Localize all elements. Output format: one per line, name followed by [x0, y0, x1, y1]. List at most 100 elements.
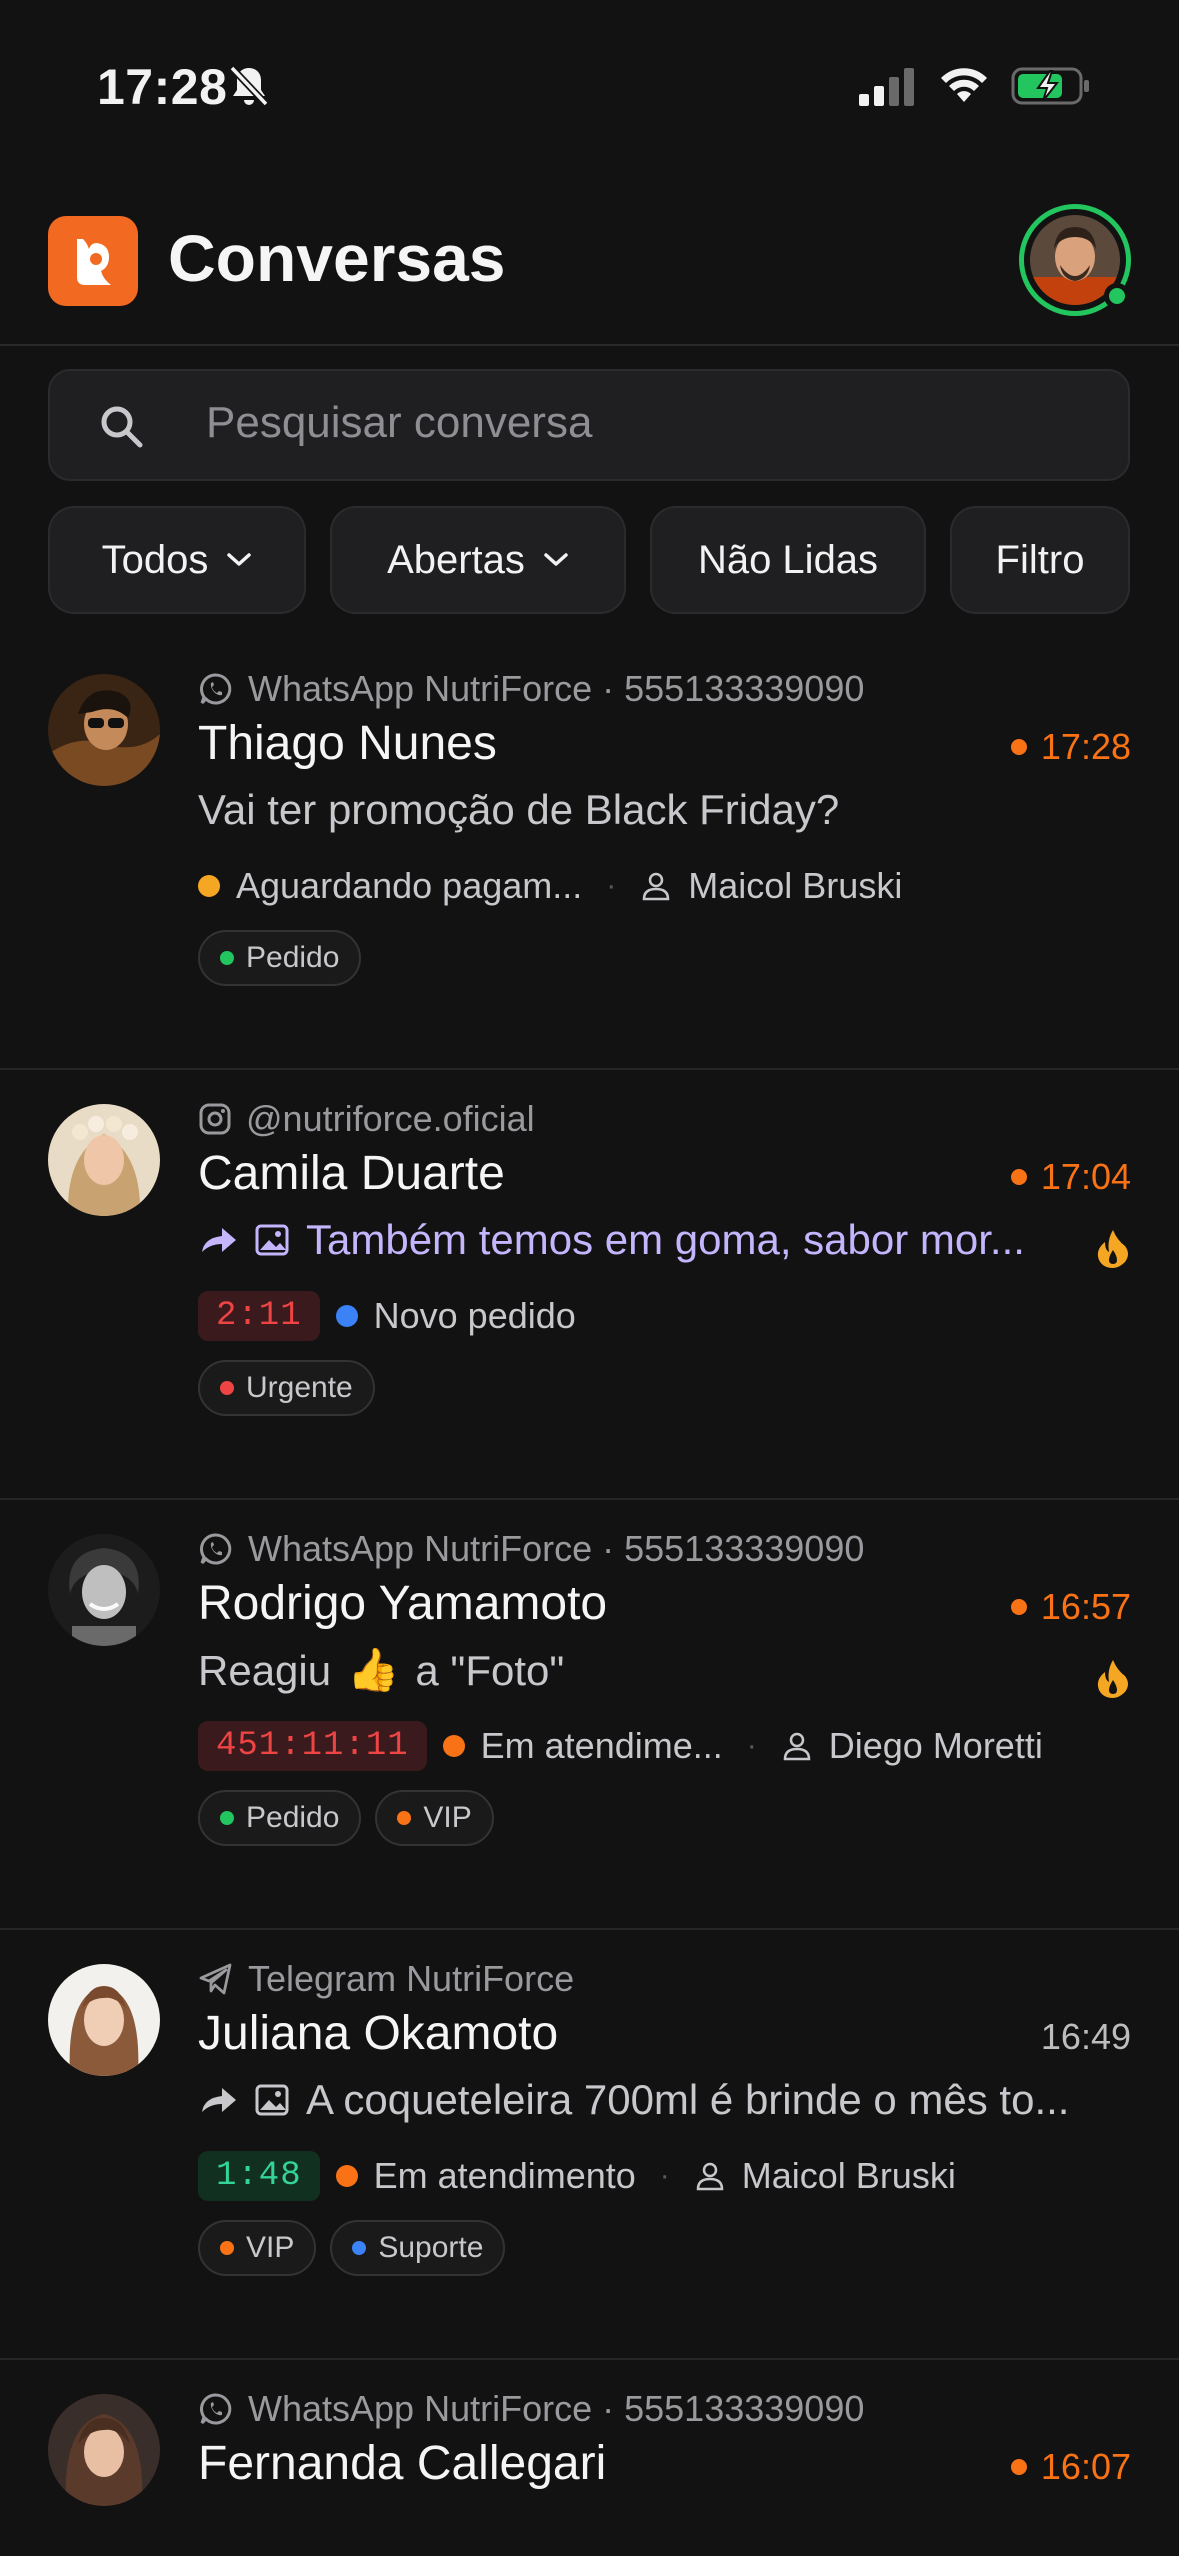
tag-vip: VIP: [198, 2220, 317, 2276]
conversation-meta: 1:48 Em atendimento · Maicol Bruski: [198, 2146, 956, 2206]
filter-nao-lidas[interactable]: Não Lidas: [650, 506, 926, 614]
channel-info: WhatsApp NutriForce · 555133339090: [198, 2388, 864, 2430]
online-status-dot: [1104, 283, 1130, 309]
conversation-item[interactable]: WhatsApp NutriForce · 555133339090 Ferna…: [0, 2360, 1179, 2556]
preview-text: A coqueteleira 700ml é brinde o mês to..…: [306, 2076, 1070, 2123]
search-input[interactable]: [204, 397, 1088, 449]
status-bar: 17:28: [0, 0, 1179, 170]
avatar: [48, 2394, 160, 2506]
separator: ·: [746, 1729, 757, 1762]
message-time: 16:49: [1041, 2016, 1131, 2058]
preview-text: Vai ter promoção de Black Friday?: [198, 786, 840, 833]
agent-name: Diego Moretti: [828, 1725, 1043, 1766]
channel-info: @nutriforce.oficial: [198, 1098, 535, 1140]
conversation-meta: 451:11:11 Em atendime... · Diego Moretti: [198, 1716, 1043, 1776]
status-label: Novo pedido: [373, 1295, 576, 1336]
conversation-item[interactable]: WhatsApp NutriForce · 555133339090 Thiag…: [0, 640, 1179, 1070]
tag-suporte: Suporte: [330, 2220, 506, 2276]
message-preview: Vai ter promoção de Black Friday?: [198, 786, 1131, 834]
chevron-down-icon: [227, 553, 252, 566]
reaction-text: Reagiu: [198, 1646, 332, 1694]
whatsapp-icon: [200, 2393, 232, 2425]
unread-dot: [1010, 739, 1027, 755]
preview-text: Também temos em goma, sabor mor...: [306, 1216, 1025, 1263]
tag-vip: VIP: [375, 1790, 494, 1846]
contact-name: Camila Duarte: [198, 1147, 505, 1200]
chevron-down-icon: [544, 553, 568, 566]
tag-pedido: Pedido: [198, 930, 362, 986]
conversation-item[interactable]: Telegram NutriForce Juliana Okamoto 16:4…: [0, 1930, 1179, 2360]
battery-charging-icon: [1011, 67, 1089, 105]
channel-info: WhatsApp NutriForce · 555133339090: [198, 668, 864, 710]
status-dot: [198, 875, 220, 897]
telegram-icon: [199, 1963, 232, 1995]
whatsapp-icon: [200, 1533, 232, 1565]
contact-name: Juliana Okamoto: [198, 2007, 559, 2060]
channel-name: WhatsApp NutriForce · 555133339090: [248, 2388, 865, 2429]
channel-name: @nutriforce.oficial: [246, 1098, 535, 1139]
status-dot: [335, 1305, 358, 1327]
status-label: Em atendime...: [480, 1725, 723, 1766]
status-time: 17:28: [97, 59, 228, 115]
thumbs-up-emoji: 👍: [347, 1646, 400, 1693]
forward-arrow-icon: [202, 2088, 236, 2112]
instagram-icon: [199, 1103, 231, 1135]
page-title: Conversas: [168, 221, 506, 295]
conversation-meta: 2:11 Novo pedido: [198, 1286, 576, 1346]
message-time: 16:07: [1010, 2446, 1131, 2488]
sla-timer: 451:11:11: [198, 1721, 427, 1771]
conversation-item[interactable]: WhatsApp NutriForce · 555133339090 Rodri…: [0, 1500, 1179, 1930]
filter-label: Todos: [101, 537, 209, 582]
user-icon: [783, 1732, 811, 1761]
message-preview: Reagiu 👍 a "Foto": [198, 1646, 1069, 1695]
status-dot: [442, 1735, 465, 1757]
flame-icon: [1097, 1230, 1128, 1268]
separator: ·: [606, 869, 617, 902]
user-icon: [643, 872, 670, 901]
status-label: Aguardando pagam...: [236, 865, 583, 906]
message-preview: Também temos em goma, sabor mor...: [198, 1216, 1069, 1264]
message-time: 16:57: [1010, 1586, 1131, 1628]
logo-icon: [77, 239, 111, 285]
user-profile-button[interactable]: [1019, 204, 1131, 316]
user-icon: [696, 2162, 724, 2191]
time-label: 16:07: [1040, 2446, 1131, 2487]
bell-off-icon: [229, 65, 269, 107]
contact-name: Rodrigo Yamamoto: [198, 1577, 608, 1630]
tag-urgente: Urgente: [198, 1360, 375, 1416]
channel-info: WhatsApp NutriForce · 555133339090: [198, 1528, 864, 1570]
filter-label: Filtro: [995, 537, 1085, 582]
message-time: 17:28: [1010, 726, 1131, 768]
time-label: 17:28: [1040, 726, 1131, 767]
unread-dot: [1010, 1169, 1027, 1185]
filter-abertas[interactable]: Abertas: [330, 506, 626, 614]
conversation-meta: Aguardando pagam... · Maicol Bruski: [198, 856, 902, 916]
filter-label: Não Lidas: [697, 537, 879, 582]
app-logo: [48, 216, 138, 306]
tag-list: VIP Suporte: [198, 2220, 506, 2276]
cellular-signal-icon: [859, 68, 914, 106]
agent-name: Maicol Bruski: [741, 2155, 956, 2196]
contact-name: Thiago Nunes: [198, 717, 497, 770]
search-icon: [101, 406, 143, 448]
conversation-item[interactable]: @nutriforce.oficial Camila Duarte 17:04 …: [0, 1070, 1179, 1500]
search-bar[interactable]: [48, 369, 1130, 481]
message-time: 17:04: [1010, 1156, 1131, 1198]
tag-pedido: Pedido: [198, 1790, 362, 1846]
time-label: 17:04: [1040, 1156, 1131, 1197]
channel-info: Telegram NutriForce: [198, 1958, 574, 2000]
tag-list: Pedido: [198, 930, 362, 986]
app-header: Conversas: [0, 200, 1179, 346]
message-preview: A coqueteleira 700ml é brinde o mês to..…: [198, 2076, 1131, 2124]
filter-filtro[interactable]: Filtro: [950, 506, 1130, 614]
filter-todos[interactable]: Todos: [48, 506, 306, 614]
channel-name: WhatsApp NutriForce · 555133339090: [248, 1528, 865, 1569]
filter-bar: Todos Abertas Não Lidas Filtro: [48, 506, 1130, 614]
tag-list: Pedido VIP: [198, 1790, 494, 1846]
channel-name: WhatsApp NutriForce · 555133339090: [248, 668, 865, 709]
unread-dot: [1010, 1599, 1027, 1615]
avatar: [48, 1104, 160, 1216]
image-icon: [255, 1224, 289, 1256]
contact-name: Fernanda Callegari: [198, 2437, 607, 2490]
filter-label: Abertas: [387, 537, 525, 582]
